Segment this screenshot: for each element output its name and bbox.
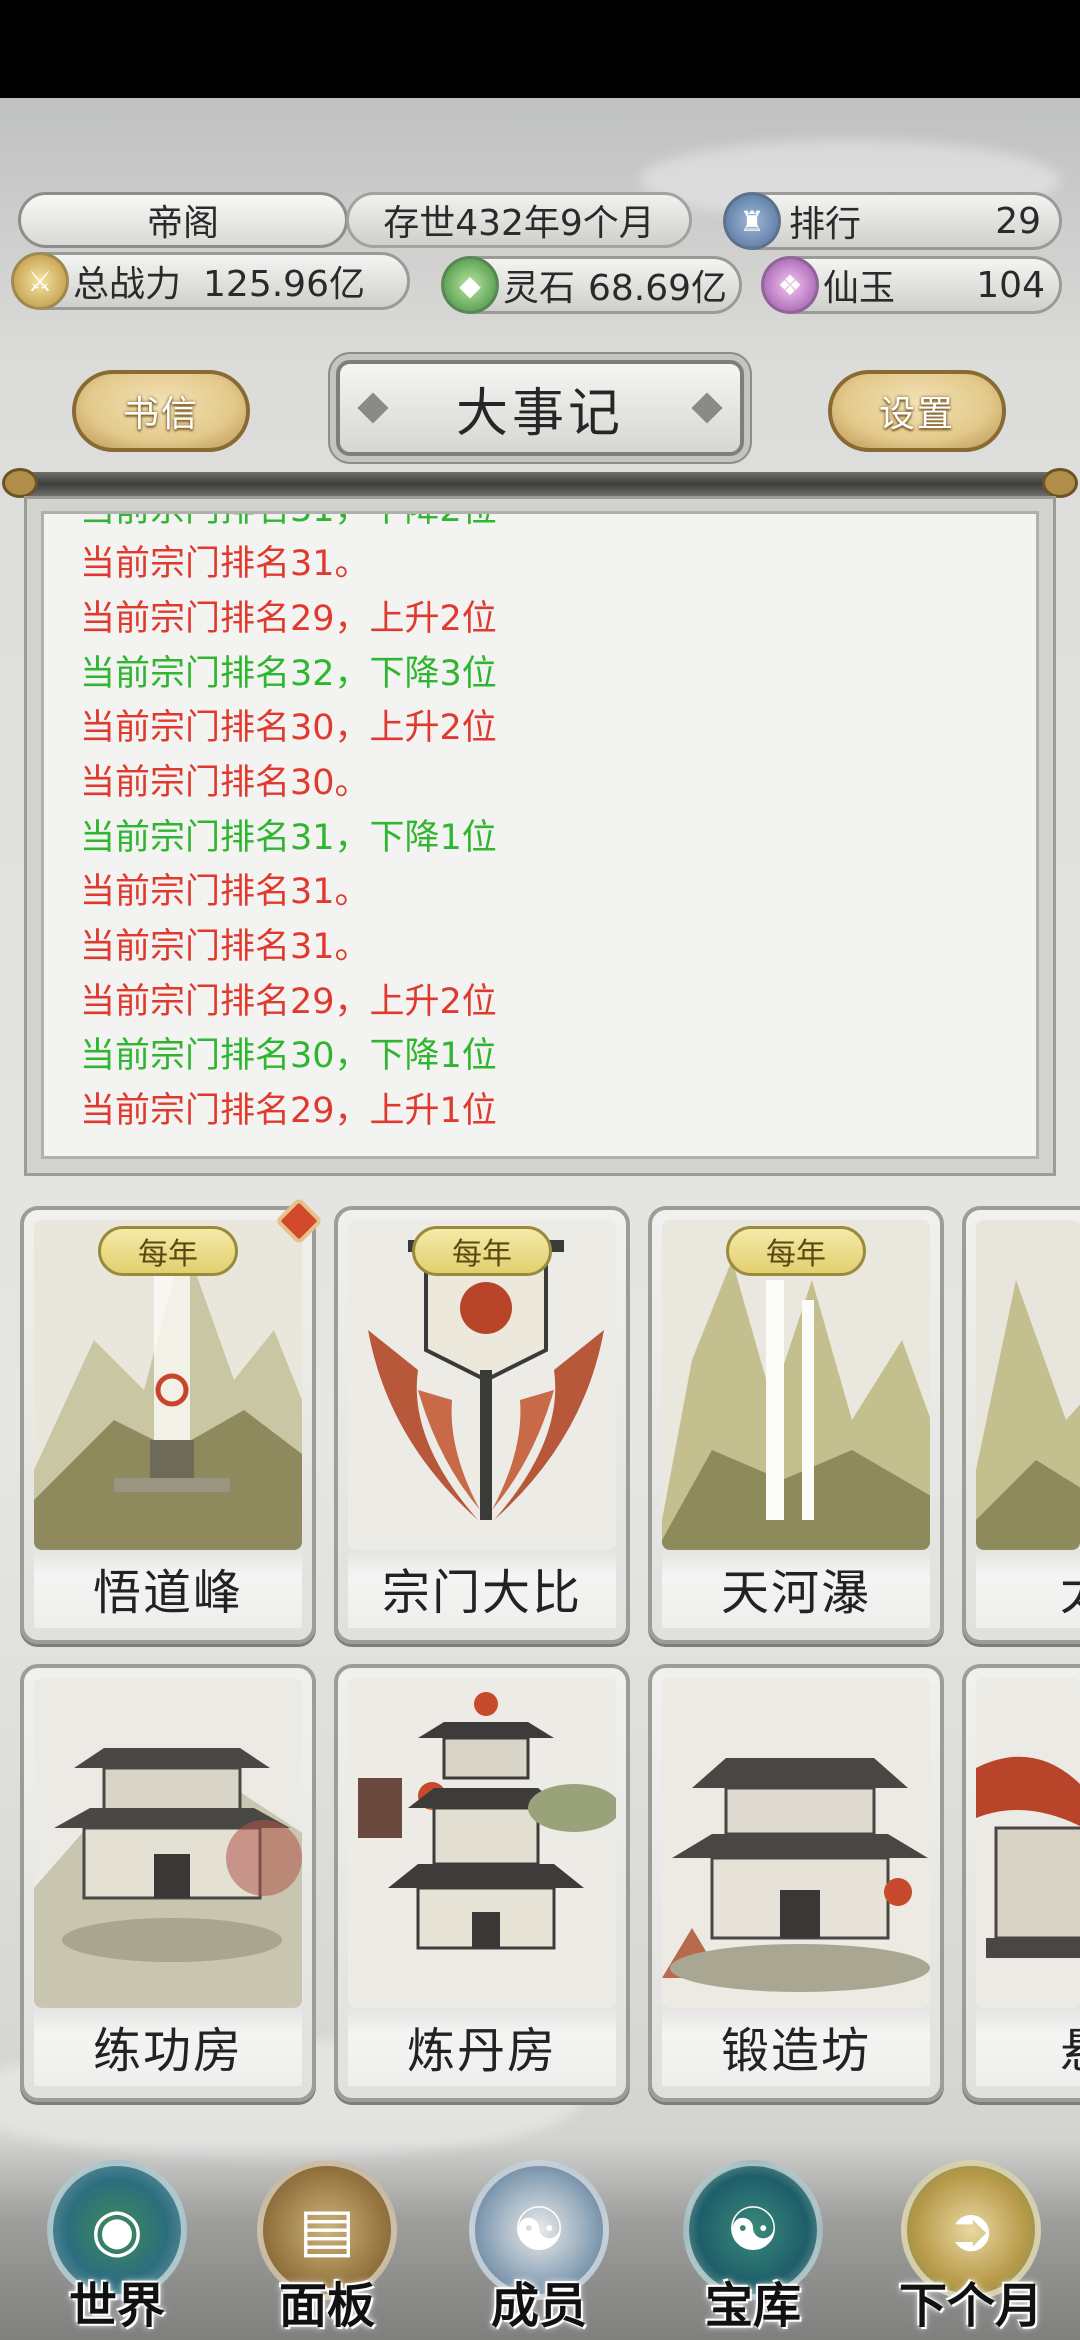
building-card-wudao-peak[interactable]: 每年 悟道峰 (20, 1206, 316, 1644)
sword-power-icon: ⚔ (11, 252, 69, 310)
nav-panel-label: 面板 (278, 2278, 375, 2334)
yearly-badge: 每年 (726, 1226, 866, 1276)
rank-label: 排行 (789, 204, 862, 245)
log-entry: 当前宗门排名31。 (80, 544, 370, 584)
log-entry: 当前宗门排名31，下降1位 (80, 818, 497, 858)
log-entry: 当前宗门排名32，下降3位 (80, 654, 497, 694)
building-card-training-hall[interactable]: 练功房 (20, 1664, 316, 2102)
yearly-badge: 每年 (98, 1226, 238, 1276)
nav-treasury[interactable]: ☯ 宝库 (658, 2150, 848, 2340)
badge-text: 每年 (138, 1237, 198, 1272)
building-card-sect-tournament[interactable]: 每年 宗门大比 (334, 1206, 630, 1644)
log-entry: 当前宗门排名31。 (80, 872, 370, 912)
chronicle-log-panel[interactable]: 当前宗门排名31，下降2位 当前宗门排名31。 当前宗门排名29，上升2位 当前… (24, 496, 1056, 1176)
rank-display[interactable]: ♜ 排行 29 (723, 192, 1062, 250)
nav-next-month-label: 下个月 (898, 2278, 1043, 2334)
building-card-alchemy-room[interactable]: 炼丹房 (334, 1664, 630, 2102)
building-art (976, 1678, 1080, 2008)
pavilion-illustration (976, 1678, 1080, 2008)
immortal-jade-icon: ❖ (761, 256, 819, 314)
letters-button[interactable]: 书信 (72, 370, 250, 452)
sect-name: 帝阁 (146, 203, 219, 244)
immortal-jade-display[interactable]: ❖ 仙玉 104 (761, 256, 1062, 314)
building-name: 天河瀑 (662, 1548, 930, 1628)
log-entry: 当前宗门排名30，下降1位 (80, 1036, 497, 1076)
log-entry: 当前宗门排名29，上升2位 (80, 982, 497, 1022)
nav-world-label: 世界 (68, 2278, 165, 2334)
log-entry: 当前宗门排名29，上升1位 (80, 1091, 497, 1131)
chronicle-log-list[interactable]: 当前宗门排名31，下降2位 当前宗门排名31。 当前宗门排名29，上升2位 当前… (41, 511, 1039, 1159)
immortal-jade-label: 仙玉 (823, 268, 896, 309)
building-art (662, 1678, 930, 2008)
nav-members[interactable]: ☯ 成员 (444, 2150, 634, 2340)
log-entry: 当前宗门排名31。 (80, 927, 370, 967)
letters-label: 书信 (122, 394, 199, 435)
building-art (348, 1678, 616, 2008)
building-name: 练功房 (34, 2006, 302, 2086)
nav-world[interactable]: ◉ 世界 (22, 2150, 212, 2340)
log-entry: 当前宗门排名29，上升2位 (80, 599, 497, 639)
nav-panel[interactable]: ▤ 面板 (232, 2150, 422, 2340)
building-name: 悬 (976, 2006, 1080, 2086)
pagoda-alchemy-illustration (348, 1678, 616, 2008)
building-name: 太 (976, 1548, 1080, 1628)
rank-tower-icon: ♜ (723, 192, 781, 250)
building-name: 炼丹房 (348, 2006, 616, 2086)
scroll-rod-end (1042, 468, 1078, 498)
spirit-stone-value: 68.69亿 (587, 268, 727, 309)
settings-label: 设置 (878, 394, 955, 435)
building-art (34, 1678, 302, 2008)
chronicle-title-plaque: 大事记 (336, 360, 744, 456)
building-card-forge[interactable]: 锻造坊 (648, 1664, 944, 2102)
forge-building-illustration (662, 1678, 930, 2008)
building-card-tianhe-waterfall[interactable]: 每年 天河瀑 (648, 1206, 944, 1644)
era-text: 存世432年9个月 (383, 203, 655, 244)
sect-name-plate: 帝阁 (18, 192, 348, 248)
building-card-partial[interactable]: 悬 (962, 1664, 1080, 2102)
power-value: 125.96亿 (203, 264, 365, 305)
yearly-badge: 每年 (412, 1226, 552, 1276)
ornament-diamond (357, 392, 389, 424)
log-entry: 当前宗门排名30。 (80, 763, 370, 803)
mountain-illustration (976, 1220, 1080, 1550)
ornament-diamond (691, 392, 723, 424)
building-card-partial[interactable]: 太 (962, 1206, 1080, 1644)
spirit-stone-label: 灵石 (503, 268, 576, 309)
scroll-rod (8, 472, 1072, 496)
pagoda-training-illustration (34, 1678, 302, 2008)
nav-members-label: 成员 (490, 2278, 587, 2334)
page-title: 大事记 (455, 383, 624, 444)
system-status-bar (0, 0, 1080, 98)
nav-next-month[interactable]: ➲ 下个月 (876, 2150, 1066, 2340)
building-art (976, 1220, 1080, 1550)
building-name: 锻造坊 (662, 2006, 930, 2086)
era-plate: 存世432年9个月 (346, 192, 692, 248)
rank-value: 29 (995, 200, 1041, 242)
log-entry: 当前宗门排名30，上升2位 (80, 708, 497, 748)
building-name: 宗门大比 (348, 1548, 616, 1628)
immortal-jade-value: 104 (976, 264, 1045, 306)
scroll-rod-end (2, 468, 38, 498)
power-label: 总战力 (73, 264, 182, 305)
log-entry: 当前宗门排名31，下降2位 (80, 514, 497, 530)
badge-text: 每年 (452, 1237, 512, 1272)
spirit-stone-display[interactable]: ◆ 灵石 68.69亿 (441, 256, 742, 314)
nav-treasury-label: 宝库 (704, 2278, 801, 2334)
building-name: 悟道峰 (34, 1548, 302, 1628)
badge-text: 每年 (766, 1237, 826, 1272)
spirit-stone-icon: ◆ (441, 256, 499, 314)
settings-button[interactable]: 设置 (828, 370, 1006, 452)
total-power-display: ⚔ 总战力 125.96亿 (11, 252, 410, 310)
